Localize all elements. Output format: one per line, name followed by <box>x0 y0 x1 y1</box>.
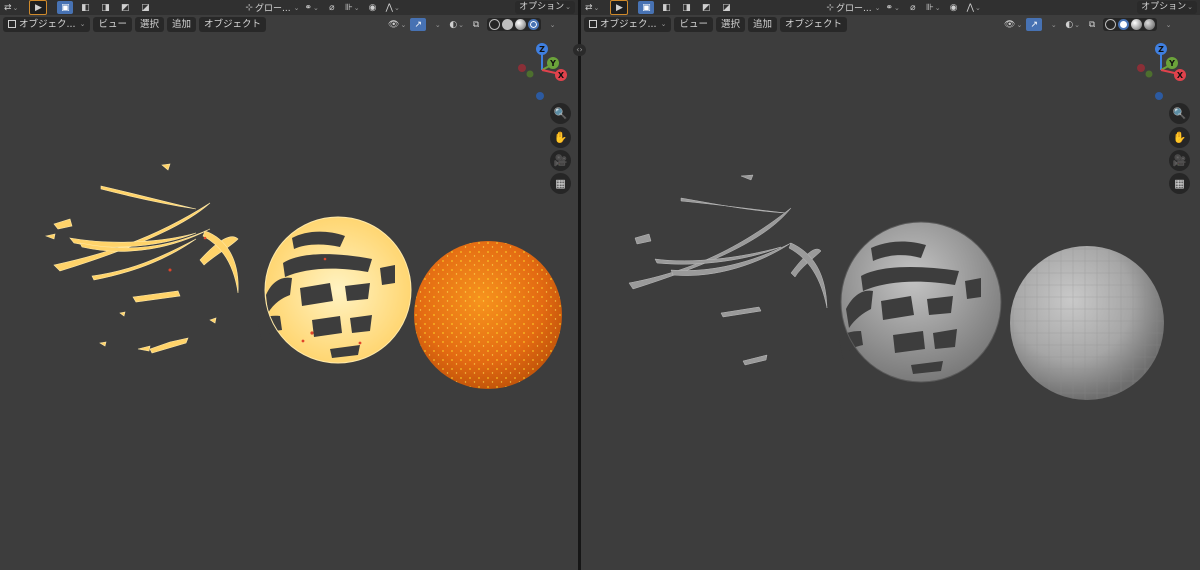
visibility-icon[interactable]: 👁 ⌄ <box>1003 18 1023 31</box>
options-button[interactable]: オプション⌄ <box>1137 1 1197 14</box>
cage-sphere <box>258 216 412 364</box>
menu-select[interactable]: 選択 <box>715 16 745 32</box>
menu-view[interactable]: ビュー <box>93 16 132 32</box>
viewport-display-controls: 👁 ⌄ ↗ ⌄ ◐ ⌄ ⧉ ⌄ <box>387 17 560 32</box>
select-subtract-icon[interactable]: ◨ <box>678 1 694 14</box>
rendered-shading-icon[interactable] <box>1144 19 1156 30</box>
tool-header: ⇄ ⌄ ▶ ▣ ◧ ◨ ◩ ◪ ⊹ グロー... ⌄ ⚭ ⌄ ⌀ ⊪ ⌄ ◉ ⋀ ⌄ オ… <box>0 0 578 15</box>
viewport-display-controls: 👁 ⌄ ↗ ⌄ ◐ ⌄ ⧉ ⌄ <box>1003 17 1176 32</box>
rendered-shading-icon[interactable] <box>528 19 540 30</box>
overlays-icon[interactable]: ◐ ⌄ <box>448 18 465 31</box>
proportional-edit-icon[interactable]: ◉ <box>365 1 381 14</box>
select-cursor-icon[interactable]: ▶ <box>29 0 48 15</box>
orientation-dropdown[interactable]: ⊹ グロー... ⌄ <box>826 1 880 15</box>
select-intersect-icon[interactable]: ◪ <box>718 1 734 14</box>
shading-dropdown[interactable]: ⌄ <box>1160 18 1176 31</box>
select-invert-icon[interactable]: ◩ <box>698 1 714 14</box>
menu-view[interactable]: ビュー <box>674 16 713 32</box>
viewport-left[interactable]: ⇄ ⌄ ▶ ▣ ◧ ◨ ◩ ◪ ⊹ グロー... ⌄ ⚭ ⌄ ⌀ ⊪ ⌄ ◉ ⋀ ⌄ オ… <box>0 0 578 570</box>
orientation-label: グロー... <box>254 4 291 14</box>
select-cursor-icon[interactable]: ▶ <box>610 0 629 15</box>
mode-dropdown[interactable]: オブジェク... ⌄ <box>3 16 91 32</box>
area-resize-handle[interactable]: ‹› <box>573 44 586 56</box>
orientation-icon: ⊹ <box>826 2 834 13</box>
mode-label: オブジェク... <box>19 18 76 30</box>
orientation-label: グロー... <box>835 4 872 14</box>
snap-icon[interactable]: ⌀ <box>324 1 340 14</box>
overlays-icon[interactable]: ◐ ⌄ <box>1064 18 1081 31</box>
menu-object[interactable]: オブジェクト <box>198 16 266 32</box>
mode-label: オブジェク... <box>600 18 657 30</box>
proportional-edit-icon[interactable]: ◉ <box>946 1 962 14</box>
viewport-right[interactable]: ⇄ ⌄ ▶ ▣ ◧ ◨ ◩ ◪ ⊹ グロー... ⌄ ⚭ ⌄ ⌀ ⊪ ⌄ ◉ ⋀ ⌄ オ… <box>581 0 1200 570</box>
snap-target-icon[interactable]: ⊪ ⌄ <box>925 1 942 14</box>
menu-object[interactable]: オブジェクト <box>779 16 847 32</box>
torn-fragments <box>628 174 828 366</box>
menu-add[interactable]: 追加 <box>747 16 777 32</box>
shading-mode-group <box>487 18 542 31</box>
options-label: オプション <box>519 2 565 12</box>
options-label: オプション <box>1141 2 1187 12</box>
select-new-icon[interactable]: ▣ <box>638 1 655 14</box>
pivot-icon[interactable]: ⚭ ⌄ <box>303 1 319 14</box>
select-new-icon[interactable]: ▣ <box>57 1 74 14</box>
menu-add[interactable]: 追加 <box>166 16 196 32</box>
sphere <box>414 241 562 389</box>
transform-icon[interactable]: ⇄ ⌄ <box>3 1 19 14</box>
gizmo-toggle-icon[interactable]: ↗ <box>410 18 427 31</box>
visibility-icon[interactable]: 👁 ⌄ <box>387 18 407 31</box>
object-mode-icon <box>589 20 597 28</box>
orientation-dropdown[interactable]: ⊹ グロー... ⌄ <box>245 1 299 15</box>
select-intersect-icon[interactable]: ◪ <box>137 1 153 14</box>
object-mode-icon <box>8 20 16 28</box>
gizmo-dropdown[interactable]: ⌄ <box>429 18 445 31</box>
select-extend-icon[interactable]: ◧ <box>658 1 674 14</box>
solid-shading-icon[interactable] <box>502 19 514 30</box>
gizmo-dropdown[interactable]: ⌄ <box>1045 18 1061 31</box>
shading-dropdown[interactable]: ⌄ <box>544 18 560 31</box>
xray-icon[interactable]: ⧉ <box>468 18 484 31</box>
material-preview-shading-icon[interactable] <box>515 19 527 30</box>
falloff-icon[interactable]: ⋀ ⌄ <box>385 1 401 14</box>
wireframe-shading-icon[interactable] <box>489 19 501 30</box>
pivot-icon[interactable]: ⚭ ⌄ <box>884 1 900 14</box>
solid-shading-icon[interactable] <box>1118 19 1130 30</box>
select-invert-icon[interactable]: ◩ <box>117 1 133 14</box>
tool-header: ⇄ ⌄ ▶ ▣ ◧ ◨ ◩ ◪ ⊹ グロー... ⌄ ⚭ ⌄ ⌀ ⊪ ⌄ ◉ ⋀ ⌄ オ… <box>581 0 1200 15</box>
menu-select[interactable]: 選択 <box>134 16 164 32</box>
orientation-icon: ⊹ <box>245 2 253 13</box>
wireframe-shading-icon[interactable] <box>1105 19 1117 30</box>
sphere <box>1010 246 1164 400</box>
shading-mode-group <box>1103 18 1158 31</box>
xray-icon[interactable]: ⧉ <box>1084 18 1100 31</box>
transform-icon[interactable]: ⇄ ⌄ <box>584 1 600 14</box>
scene-solid <box>628 174 1164 400</box>
select-extend-icon[interactable]: ◧ <box>77 1 93 14</box>
material-preview-shading-icon[interactable] <box>1131 19 1143 30</box>
options-button[interactable]: オプション⌄ <box>515 1 575 14</box>
falloff-icon[interactable]: ⋀ ⌄ <box>966 1 982 14</box>
select-subtract-icon[interactable]: ◨ <box>97 1 113 14</box>
scene-rendered <box>44 163 562 389</box>
torn-fragments <box>44 163 239 354</box>
gizmo-toggle-icon[interactable]: ↗ <box>1026 18 1043 31</box>
snap-target-icon[interactable]: ⊪ ⌄ <box>344 1 361 14</box>
snap-icon[interactable]: ⌀ <box>905 1 921 14</box>
cage-sphere <box>839 221 1002 383</box>
mode-dropdown[interactable]: オブジェク... ⌄ <box>584 16 672 32</box>
